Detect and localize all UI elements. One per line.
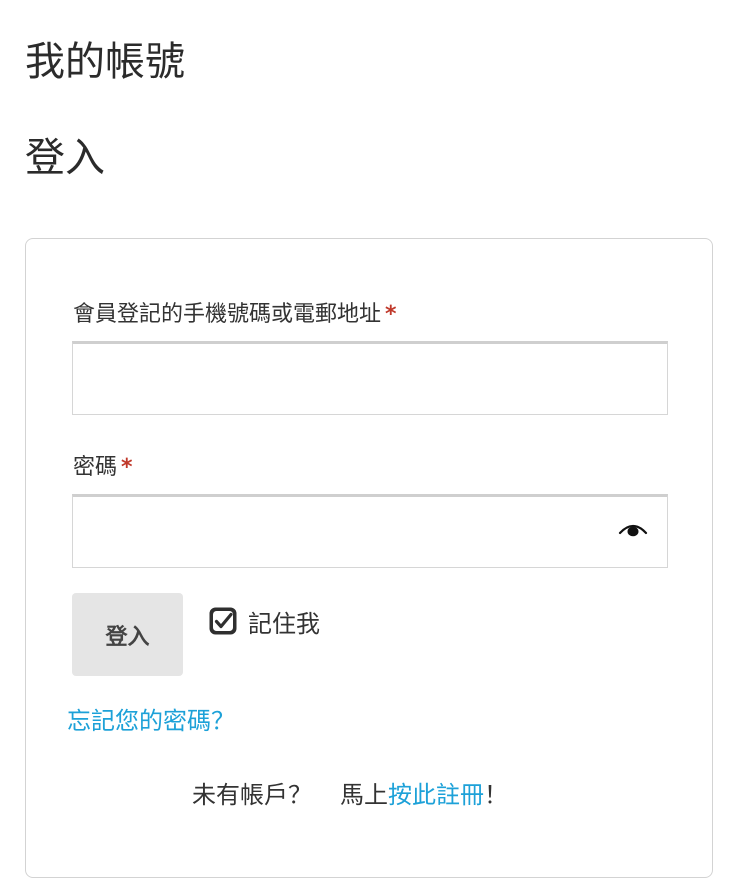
password-label-text: 密碼 [73,455,118,480]
password-input[interactable] [72,494,668,568]
page-title: 我的帳號 [25,39,185,85]
password-label: 密碼 * [73,453,133,483]
username-input[interactable] [72,341,668,415]
login-card: 會員登記的手機號碼或電郵地址 * 密碼 * 登入 記住我 忘記您的密碼？ 未有帳戶？… [25,238,713,878]
password-required-mark: * [121,455,133,480]
username-required-mark: * [385,302,397,327]
signup-prompt: 未有帳戶？ 馬上按此註冊！ [192,775,508,810]
signup-prefix: 馬上 [340,781,388,809]
signup-suffix: ！ [484,781,508,809]
signup-link[interactable]: 按此註冊 [388,781,484,809]
login-button[interactable]: 登入 [72,593,183,676]
checkbox-checked-icon[interactable] [208,606,238,636]
forgot-password-link[interactable]: 忘記您的密碼？ [67,701,235,736]
remember-me-label: 記住我 [248,609,320,638]
signup-prompt-text: 未有帳戶？ [192,781,312,809]
username-label: 會員登記的手機號碼或電郵地址 * [73,300,397,330]
login-section-title: 登入 [25,135,105,181]
remember-me-checkbox[interactable]: 記住我 [208,605,320,638]
eye-icon[interactable] [618,521,648,541]
username-label-text: 會員登記的手機號碼或電郵地址 [73,302,382,327]
